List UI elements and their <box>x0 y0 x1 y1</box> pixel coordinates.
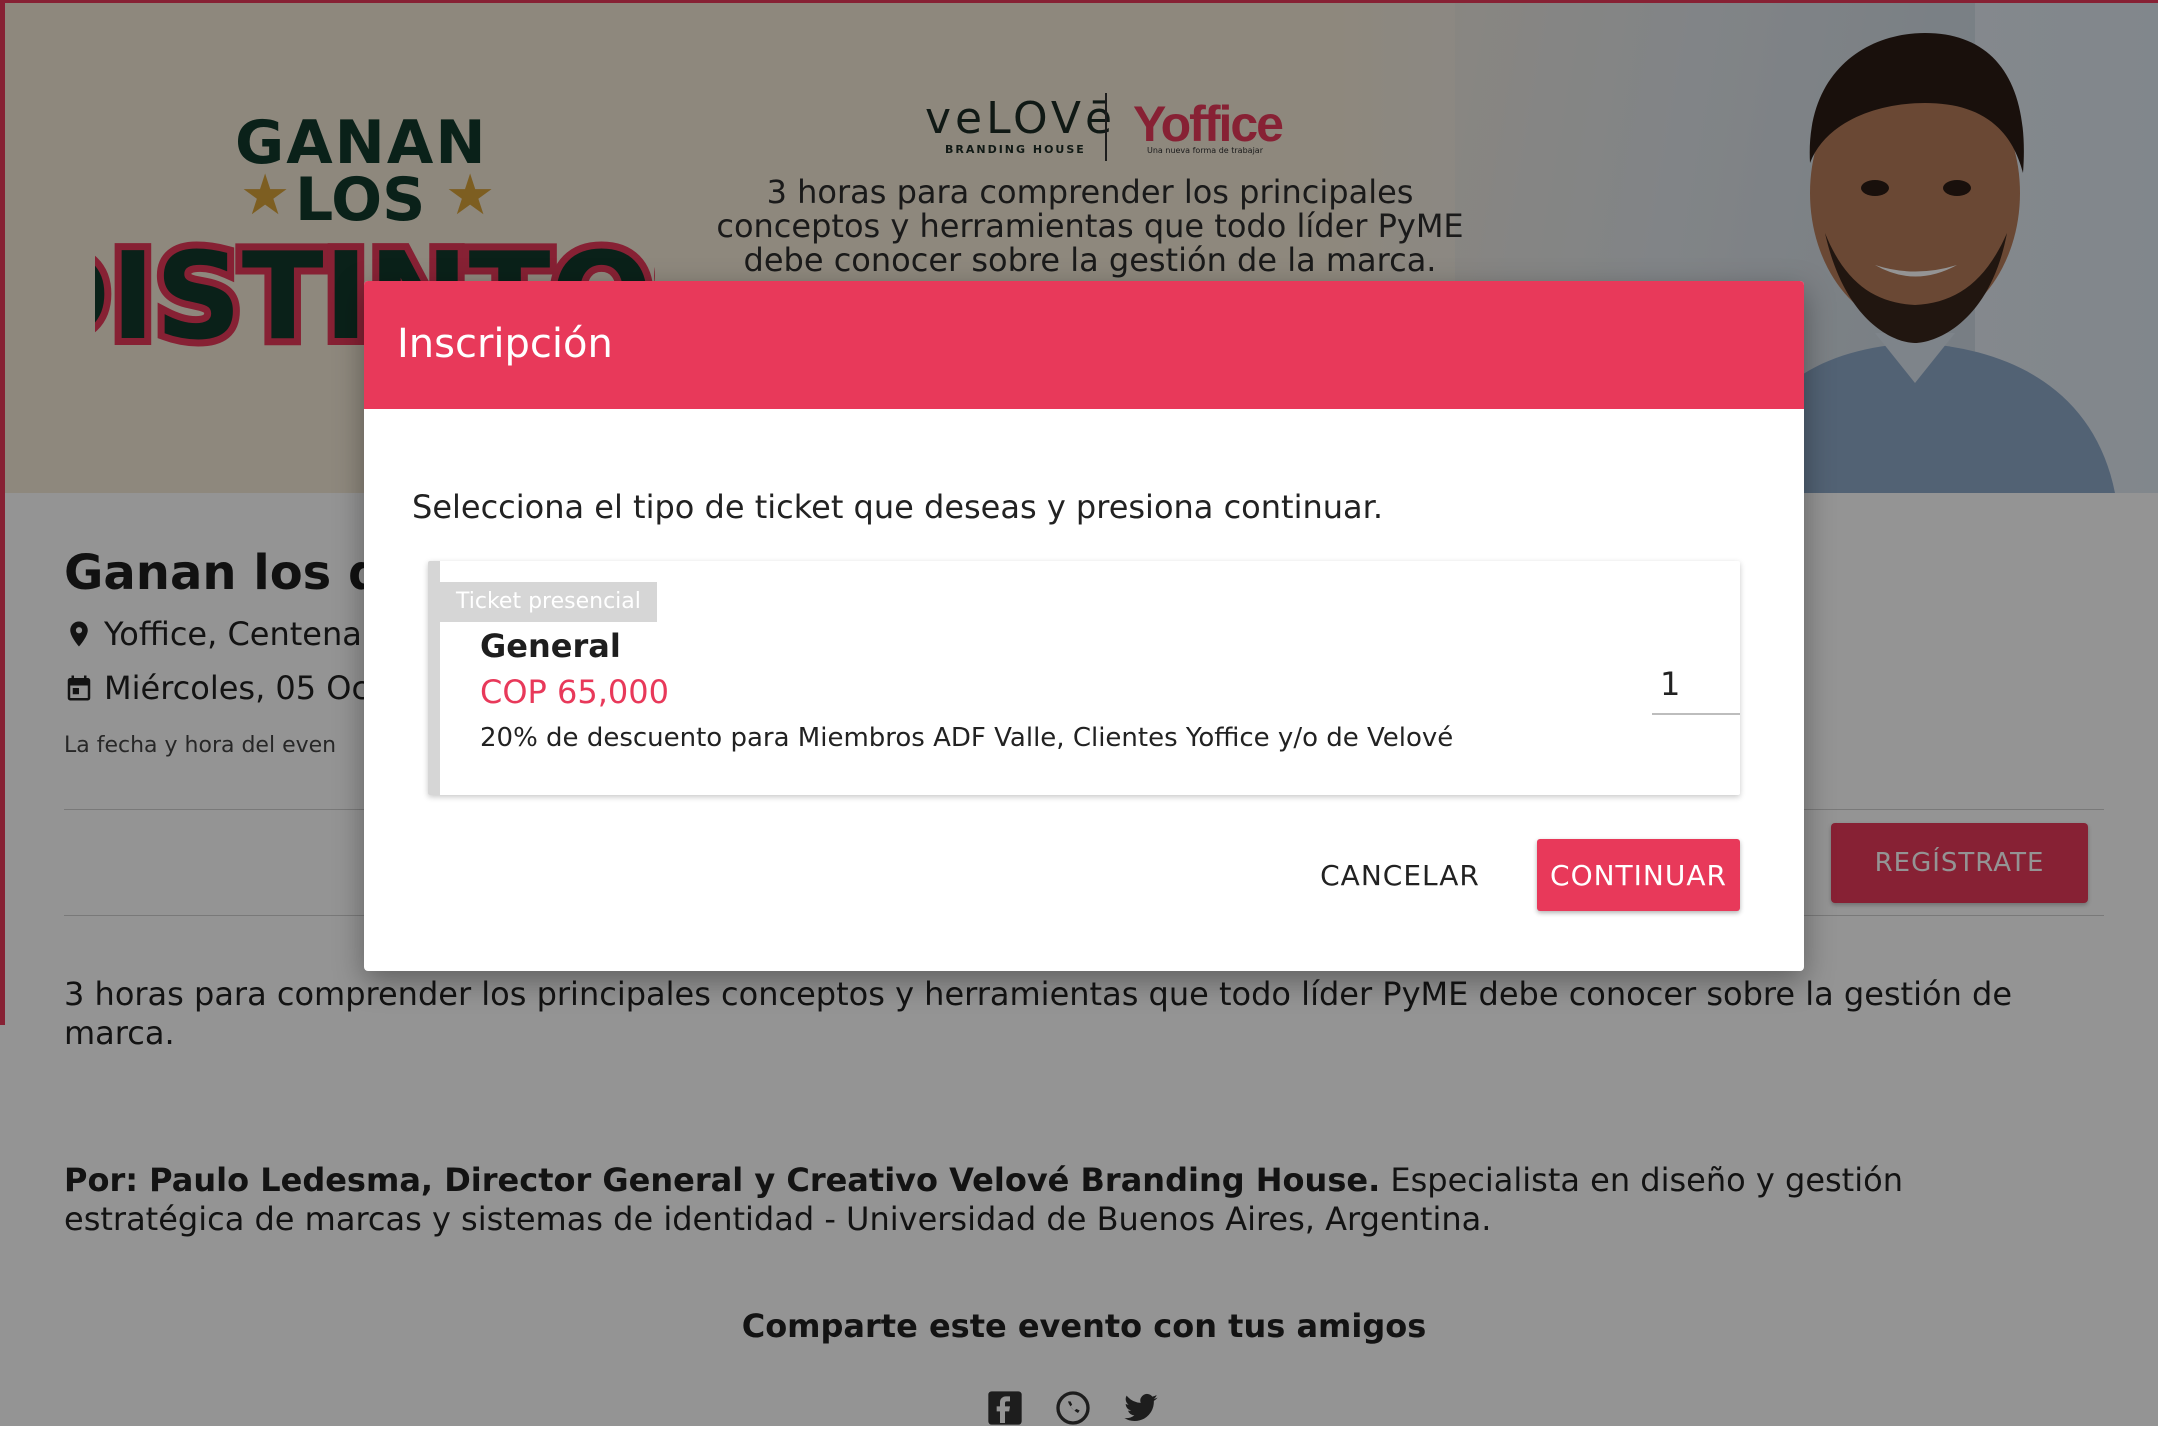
ticket-type-badge: Ticket presencial <box>440 582 657 622</box>
dialog-header: Inscripción <box>364 281 1804 409</box>
ticket-quantity-value: 1 <box>1660 665 1681 703</box>
dialog-instructions: Selecciona el tipo de ticket que deseas … <box>412 488 1384 526</box>
dialog-title: Inscripción <box>397 321 613 367</box>
ticket-discount: 20% de descuento para Miembros ADF Valle… <box>480 723 1454 753</box>
ticket-price: COP 65,000 <box>480 673 669 711</box>
event-page: GANAN ★ LOS ★ DISTINTOS veLOVē BRANDING … <box>0 0 2158 1426</box>
ticket-quantity-select[interactable]: 1 <box>1652 657 1740 715</box>
cancel-button[interactable]: CANCELAR <box>1314 839 1486 911</box>
continue-button[interactable]: CONTINUAR <box>1537 839 1740 911</box>
ticket-accent-bar <box>428 561 440 795</box>
ticket-card: Ticket presencial General COP 65,000 20%… <box>428 561 1740 795</box>
registration-dialog: Inscripción Selecciona el tipo de ticket… <box>364 281 1804 971</box>
ticket-name: General <box>480 627 621 665</box>
